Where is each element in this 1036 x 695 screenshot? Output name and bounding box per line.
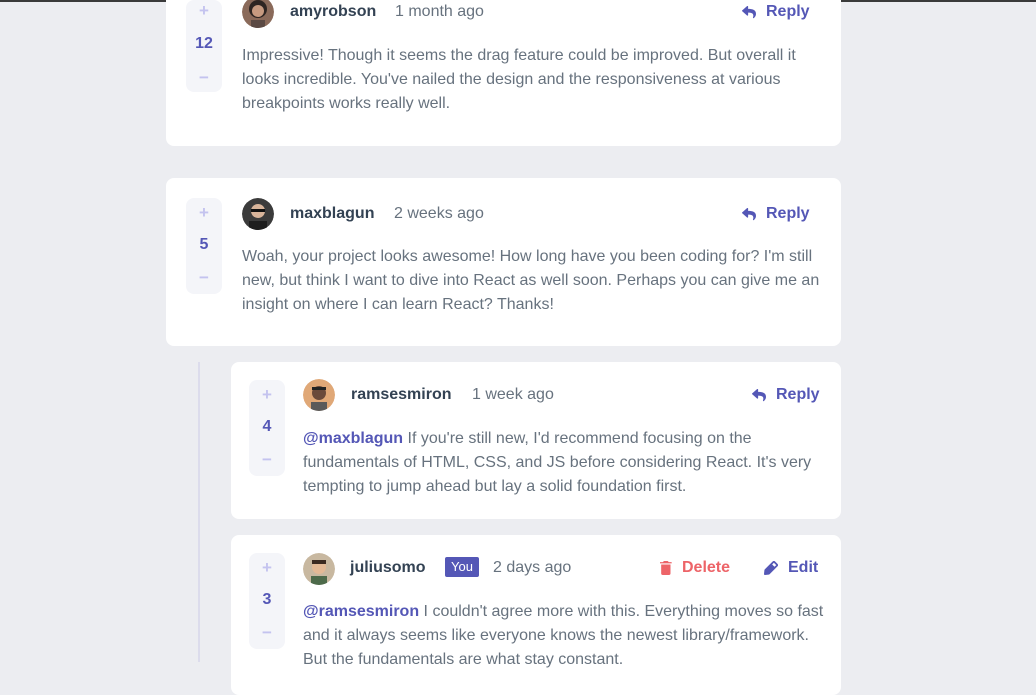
comment-timestamp: 1 month ago: [395, 3, 484, 20]
vote-score: 3: [262, 591, 272, 608]
reply-icon: [742, 207, 756, 220]
upvote-button[interactable]: +: [199, 204, 209, 221]
comment-text: Impressive! Though it seems the drag fea…: [242, 47, 796, 112]
vote-control: + 4 −: [249, 380, 285, 476]
trash-icon: [660, 561, 672, 575]
vote-control: + 5 −: [186, 198, 222, 294]
downvote-button[interactable]: −: [262, 624, 272, 641]
reply-text: @maxblagun If you're still new, I'd reco…: [303, 427, 823, 499]
reply-card: + 3 − juliusomo You 2 days ago Delete Ed…: [231, 535, 841, 695]
delete-button[interactable]: Delete: [660, 559, 730, 577]
reply-username[interactable]: juliusomo: [350, 559, 426, 577]
reply-button[interactable]: Reply: [742, 3, 810, 21]
reply-text: @ramsesmiron I couldn't agree more with …: [303, 600, 825, 672]
vote-score: 12: [195, 35, 213, 52]
delete-label: Delete: [682, 559, 731, 576]
you-badge: You: [445, 557, 479, 577]
comment-card: + 5 − maxblagun 2 weeks ago Reply Woah, …: [166, 178, 841, 346]
edit-button[interactable]: Edit: [764, 559, 818, 577]
downvote-button[interactable]: −: [262, 451, 272, 468]
avatar: [303, 379, 335, 411]
reply-label: Reply: [776, 386, 820, 403]
pencil-icon: [764, 561, 778, 575]
upvote-button[interactable]: +: [262, 559, 272, 576]
reply-card: + 4 − ramsesmiron 1 week ago Reply @maxb…: [231, 362, 841, 519]
downvote-button[interactable]: −: [199, 269, 209, 286]
comment-text: Woah, your project looks awesome! How lo…: [242, 248, 820, 313]
reply-label: Reply: [766, 3, 810, 20]
upvote-button[interactable]: +: [199, 2, 209, 19]
reply-username[interactable]: ramsesmiron: [351, 386, 452, 404]
mention-link[interactable]: @ramsesmiron: [303, 603, 419, 620]
vote-control: + 12 −: [186, 0, 222, 92]
downvote-button[interactable]: −: [199, 69, 209, 86]
reply-timestamp: 2 days ago: [493, 559, 572, 576]
vote-score: 5: [199, 236, 209, 253]
reply-timestamp: 1 week ago: [472, 386, 554, 403]
vote-control: + 3 −: [249, 553, 285, 649]
comment-username[interactable]: amyrobson: [290, 3, 376, 21]
comment-card: + 12 − amyrobson 1 month ago Reply Impre…: [166, 0, 841, 146]
comment-timestamp: 2 weeks ago: [394, 205, 484, 222]
edit-label: Edit: [788, 559, 819, 576]
reply-thread-line: [198, 362, 200, 662]
comment-username[interactable]: maxblagun: [290, 205, 374, 223]
avatar: [242, 0, 274, 28]
mention-link[interactable]: @maxblagun: [303, 430, 403, 447]
avatar: [242, 198, 274, 230]
reply-button[interactable]: Reply: [742, 205, 810, 223]
upvote-button[interactable]: +: [262, 386, 272, 403]
avatar: [303, 553, 335, 585]
vote-score: 4: [262, 418, 272, 435]
reply-label: Reply: [766, 205, 810, 222]
reply-icon: [752, 388, 766, 401]
reply-button[interactable]: Reply: [752, 386, 820, 404]
reply-icon: [742, 5, 756, 18]
